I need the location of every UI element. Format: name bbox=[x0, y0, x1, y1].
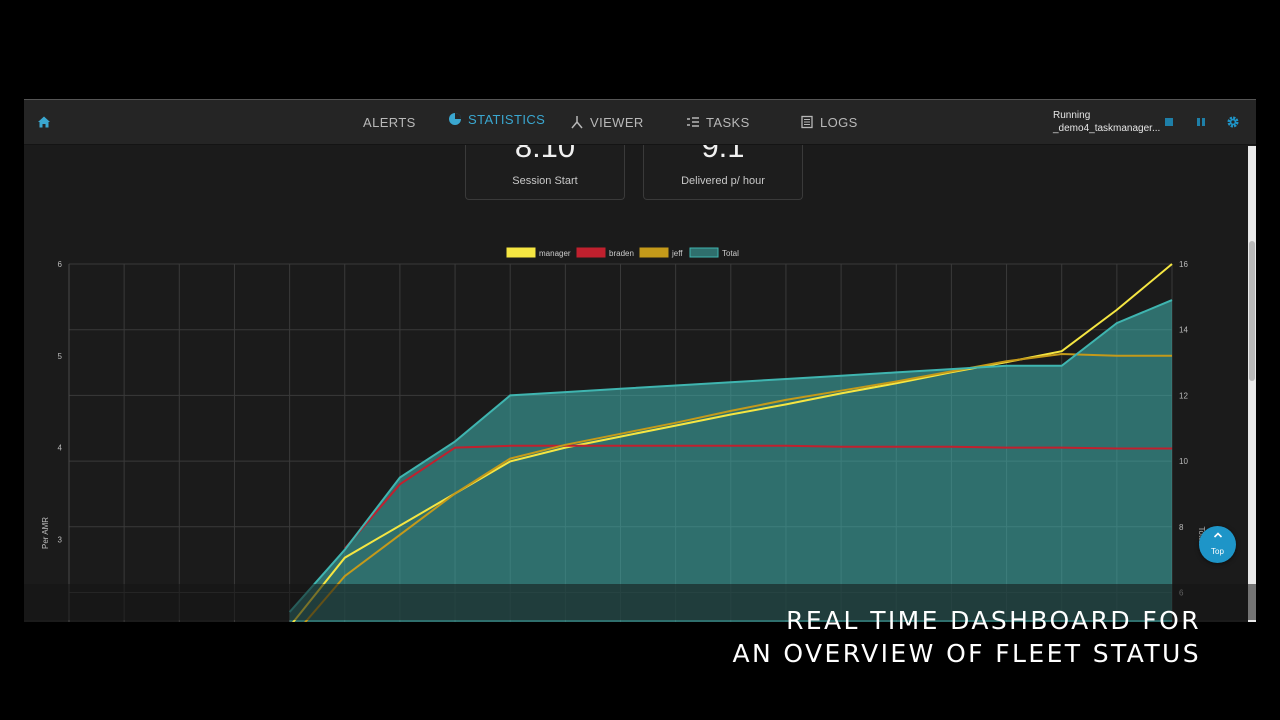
gear-icon[interactable] bbox=[1225, 114, 1241, 130]
y-axis-label: Per AMR bbox=[41, 517, 50, 549]
nav-statistics-label: STATISTICS bbox=[468, 111, 546, 127]
chevron-up-icon bbox=[1199, 531, 1236, 542]
log-icon bbox=[800, 115, 814, 129]
stop-icon[interactable] bbox=[1161, 114, 1177, 130]
y-tick-label: 3 bbox=[58, 535, 63, 544]
legend-swatch-braden bbox=[576, 247, 606, 258]
top-button-label: Top bbox=[1211, 547, 1224, 556]
nav-tasks-label: TASKS bbox=[706, 114, 750, 130]
nav-viewer[interactable]: VIEWER bbox=[570, 100, 644, 144]
top-navbar: ALERTS STATISTICS VIEWER TASKS LOGS Runn… bbox=[24, 100, 1256, 145]
page-scrollbar[interactable] bbox=[1248, 146, 1256, 622]
y-tick-label: 6 bbox=[58, 260, 63, 269]
nav-alerts-label: ALERTS bbox=[363, 114, 416, 130]
scrollbar-thumb[interactable] bbox=[1249, 241, 1255, 381]
legend-label-braden: braden bbox=[609, 249, 634, 258]
legend-swatch-jeff bbox=[639, 247, 669, 258]
y2-tick-label: 14 bbox=[1179, 326, 1188, 335]
tripod-icon bbox=[570, 115, 584, 129]
legend-label-jeff: jeff bbox=[671, 249, 683, 258]
nav-logs-label: LOGS bbox=[820, 114, 858, 130]
scroll-to-top-button[interactable]: Top bbox=[1199, 526, 1236, 563]
legend-label-manager: manager bbox=[539, 249, 571, 258]
nav-alerts[interactable]: ALERTS bbox=[363, 100, 416, 144]
per-amr-line-chart: 65431614121086Per AMRTotal managerbraden… bbox=[41, 247, 1206, 622]
task-list-icon bbox=[686, 115, 700, 129]
nav-logs[interactable]: LOGS bbox=[800, 100, 858, 144]
y2-tick-label: 10 bbox=[1179, 457, 1188, 466]
legend-swatch-manager bbox=[506, 247, 536, 258]
pause-icon[interactable] bbox=[1193, 114, 1209, 130]
legend-swatch-total bbox=[689, 247, 719, 258]
y-tick-label: 4 bbox=[58, 444, 63, 453]
home-icon[interactable] bbox=[36, 114, 52, 130]
y2-tick-label: 16 bbox=[1179, 260, 1188, 269]
caption-line-2: AN OVERVIEW OF FLEET STATUS bbox=[732, 639, 1201, 668]
nav-viewer-label: VIEWER bbox=[590, 114, 644, 130]
run-task-name: _demo4_taskmanager... bbox=[1053, 123, 1161, 134]
run-status: Running _demo4_taskmanager... bbox=[1053, 109, 1160, 135]
dashboard-window: ALERTS STATISTICS VIEWER TASKS LOGS Runn… bbox=[24, 99, 1256, 622]
nav-tasks[interactable]: TASKS bbox=[686, 100, 750, 144]
y2-tick-label: 12 bbox=[1179, 391, 1188, 400]
legend-label-total: Total bbox=[722, 249, 739, 258]
y2-tick-label: 8 bbox=[1179, 523, 1184, 532]
run-state: Running bbox=[1053, 110, 1091, 121]
pie-chart-icon bbox=[448, 112, 462, 126]
statistics-content: 8:10 Session Start 9.1 Delivered p/ hour… bbox=[24, 145, 1246, 622]
y-tick-label: 5 bbox=[58, 352, 63, 361]
nav-statistics[interactable]: STATISTICS bbox=[448, 100, 546, 141]
caption-line-1: REAL TIME DASHBOARD FOR bbox=[786, 606, 1201, 635]
